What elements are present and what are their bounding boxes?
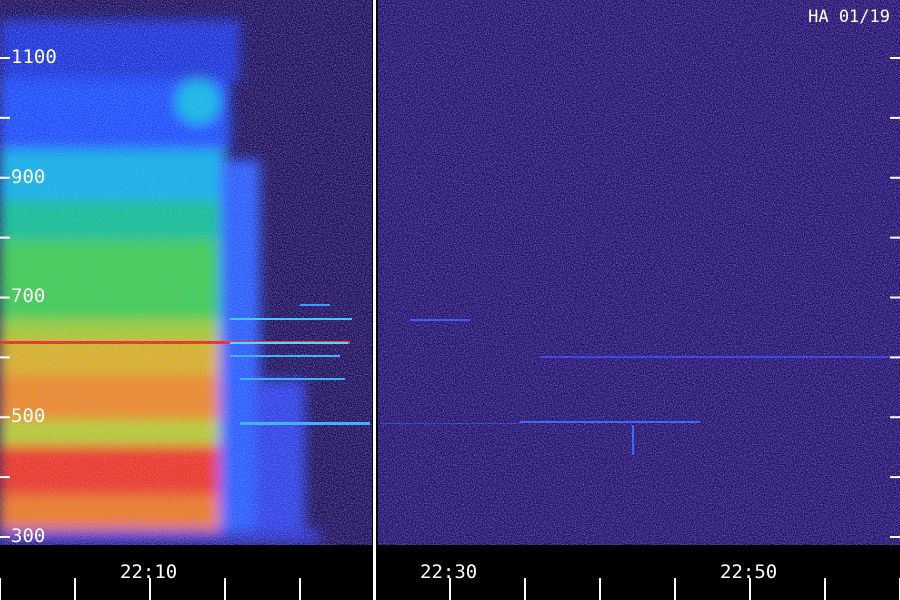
spectrogram-chart (0, 0, 900, 600)
y-tick-label: 900 (11, 166, 46, 188)
y-tick-label: 500 (11, 405, 46, 427)
y-tick-label: 300 (11, 525, 46, 547)
x-tick-label: 22:10 (120, 561, 178, 583)
panel-divider-line (373, 0, 376, 600)
chart-title: HA 01/19 (808, 7, 890, 27)
x-tick-label: 22:50 (720, 561, 778, 583)
x-tick-label: 22:30 (420, 561, 478, 583)
y-tick-label: 1100 (11, 46, 57, 68)
noise-left (0, 0, 372, 545)
noise-right (378, 0, 900, 545)
y-tick-label: 700 (11, 285, 46, 307)
